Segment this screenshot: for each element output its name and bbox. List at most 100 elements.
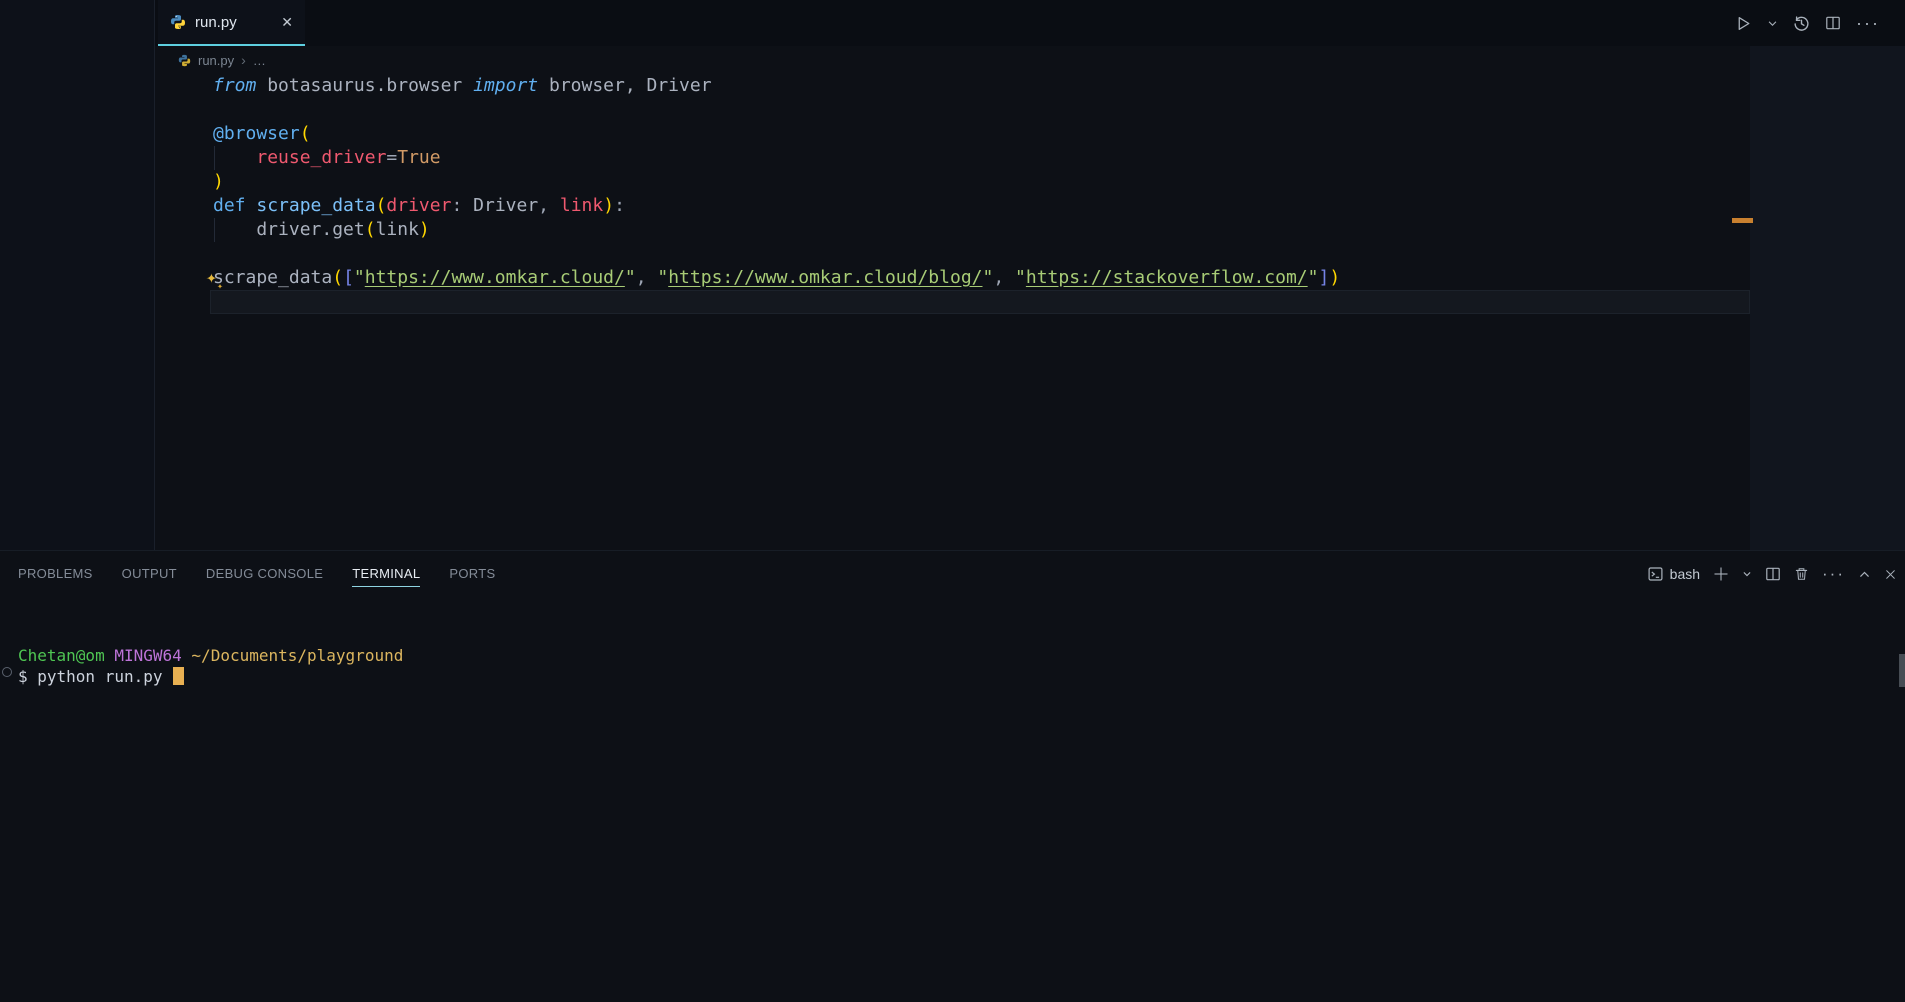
breadcrumb-separator-icon: › — [241, 52, 246, 68]
panel-tab-ports[interactable]: PORTS — [449, 562, 495, 586]
split-terminal-icon[interactable] — [1765, 566, 1781, 582]
token: " — [625, 267, 636, 288]
modified-line-marker-icon — [1732, 218, 1753, 223]
code-line — [155, 98, 1750, 122]
terminal-dropdown-chevron-icon[interactable] — [1742, 569, 1752, 579]
token: ) — [603, 195, 614, 216]
token: driver — [386, 195, 451, 216]
token: reuse_driver — [256, 147, 386, 168]
terminal-scrollbar[interactable] — [1899, 654, 1905, 687]
terminal-content[interactable]: Chetan@om MINGW64 ~/Documents/playground… — [0, 597, 1905, 1002]
code-line-current — [210, 290, 1750, 314]
token: def — [213, 195, 246, 216]
token: True — [397, 147, 440, 168]
token: Driver — [473, 195, 538, 216]
code-url-link[interactable]: https://www.omkar.cloud/blog/ — [668, 267, 982, 288]
token — [182, 646, 192, 665]
token: $ python run.py — [18, 667, 163, 686]
token — [105, 646, 115, 665]
token: ( — [365, 219, 376, 240]
tab-label: run.py — [195, 14, 237, 31]
token: ) — [419, 219, 430, 240]
sidebar-empty — [0, 0, 155, 550]
panel-more-actions-icon[interactable]: ··· — [1822, 564, 1845, 584]
shell-label: bash — [1670, 566, 1700, 582]
panel-header: PROBLEMS OUTPUT DEBUG CONSOLE TERMINAL PORTS… — [0, 551, 1905, 597]
editor-actions: ··· — [1735, 0, 1880, 46]
editor-region: run.py ✕ ··· — [155, 0, 1905, 550]
token: : — [451, 195, 473, 216]
panel-actions: bash ··· — [1647, 551, 1897, 597]
code-line: driver.get(link) — [155, 218, 1750, 242]
terminal-line: $ python run.py — [18, 666, 1905, 687]
token: scrape_data — [256, 195, 375, 216]
token: , — [993, 267, 1015, 288]
token: MINGW64 — [114, 646, 181, 665]
token — [246, 195, 257, 216]
indent-guide — [214, 218, 215, 242]
command-decoration-icon[interactable] — [2, 667, 12, 677]
token: , — [538, 195, 560, 216]
vscode-window: run.py ✕ ··· — [0, 0, 1905, 1002]
token: ) — [213, 171, 224, 192]
python-icon — [178, 54, 191, 67]
token — [213, 147, 256, 168]
panel-tab-terminal[interactable]: TERMINAL — [352, 562, 420, 587]
code-line: ) — [155, 170, 1750, 194]
copilot-sparkle-icon[interactable]: ✦ — [206, 266, 217, 290]
token: ( — [376, 195, 387, 216]
copilot-sparkle-icon: ✦ — [217, 275, 223, 299]
code-url-link[interactable]: https://www.omkar.cloud/ — [365, 267, 625, 288]
code-line — [155, 242, 1750, 266]
code-line: def scrape_data(driver: Driver, link): — [155, 194, 1750, 218]
panel-tab-bar: PROBLEMS OUTPUT DEBUG CONSOLE TERMINAL PORTS — [18, 551, 495, 597]
timeline-history-icon[interactable] — [1793, 15, 1810, 32]
token: : — [614, 195, 625, 216]
indent-guide — [214, 146, 215, 170]
editor-tab-bar: run.py ✕ ··· — [155, 0, 1905, 46]
terminal-line: Chetan@om MINGW64 ~/Documents/playground — [18, 645, 1905, 666]
code-line: reuse_driver=True — [155, 146, 1750, 170]
breadcrumb-more[interactable]: … — [253, 53, 266, 68]
token: " — [1308, 267, 1319, 288]
more-actions-icon[interactable]: ··· — [1856, 13, 1880, 34]
token: from — [213, 75, 256, 96]
token: browser, Driver — [538, 75, 711, 96]
run-button[interactable] — [1735, 15, 1752, 32]
token: , — [636, 267, 658, 288]
code-url-link[interactable]: https://stackoverflow.com/ — [1026, 267, 1308, 288]
code-line: @browser( — [155, 122, 1750, 146]
token: link — [560, 195, 603, 216]
terminal-shell-selector[interactable]: bash — [1647, 566, 1700, 582]
token: ~/Documents/playground — [191, 646, 403, 665]
new-terminal-button[interactable] — [1713, 566, 1729, 582]
breadcrumb-file[interactable]: run.py — [198, 53, 234, 68]
breadcrumb[interactable]: run.py › … — [178, 46, 266, 74]
token: driver.get — [213, 219, 365, 240]
token: link — [376, 219, 419, 240]
bottom-panel: PROBLEMS OUTPUT DEBUG CONSOLE TERMINAL PORTS… — [0, 550, 1905, 1002]
token: ( — [332, 267, 343, 288]
token: Chetan@om — [18, 646, 105, 665]
panel-tab-problems[interactable]: PROBLEMS — [18, 562, 93, 586]
token: @browser — [213, 123, 300, 144]
token: botasaurus.browser — [256, 75, 473, 96]
tab-run-py[interactable]: run.py ✕ — [158, 0, 305, 46]
minimap[interactable] — [1750, 46, 1905, 550]
token: " — [983, 267, 994, 288]
maximize-panel-chevron-up-icon[interactable] — [1858, 568, 1871, 581]
token: = — [386, 147, 397, 168]
close-tab-icon[interactable]: ✕ — [281, 15, 293, 29]
token: ) — [1329, 267, 1340, 288]
terminal-cursor — [173, 667, 184, 685]
token: " — [657, 267, 668, 288]
split-editor-icon[interactable] — [1825, 15, 1841, 31]
code-editor[interactable]: from botasaurus.browser import browser, … — [155, 74, 1750, 550]
panel-tab-output[interactable]: OUTPUT — [122, 562, 177, 586]
run-dropdown-chevron-icon[interactable] — [1767, 18, 1778, 29]
terminal-icon — [1647, 566, 1664, 582]
kill-terminal-trash-icon[interactable] — [1794, 566, 1809, 582]
code-line: from botasaurus.browser import browser, … — [155, 74, 1750, 98]
close-panel-icon[interactable] — [1884, 568, 1897, 581]
panel-tab-debug-console[interactable]: DEBUG CONSOLE — [206, 562, 323, 586]
